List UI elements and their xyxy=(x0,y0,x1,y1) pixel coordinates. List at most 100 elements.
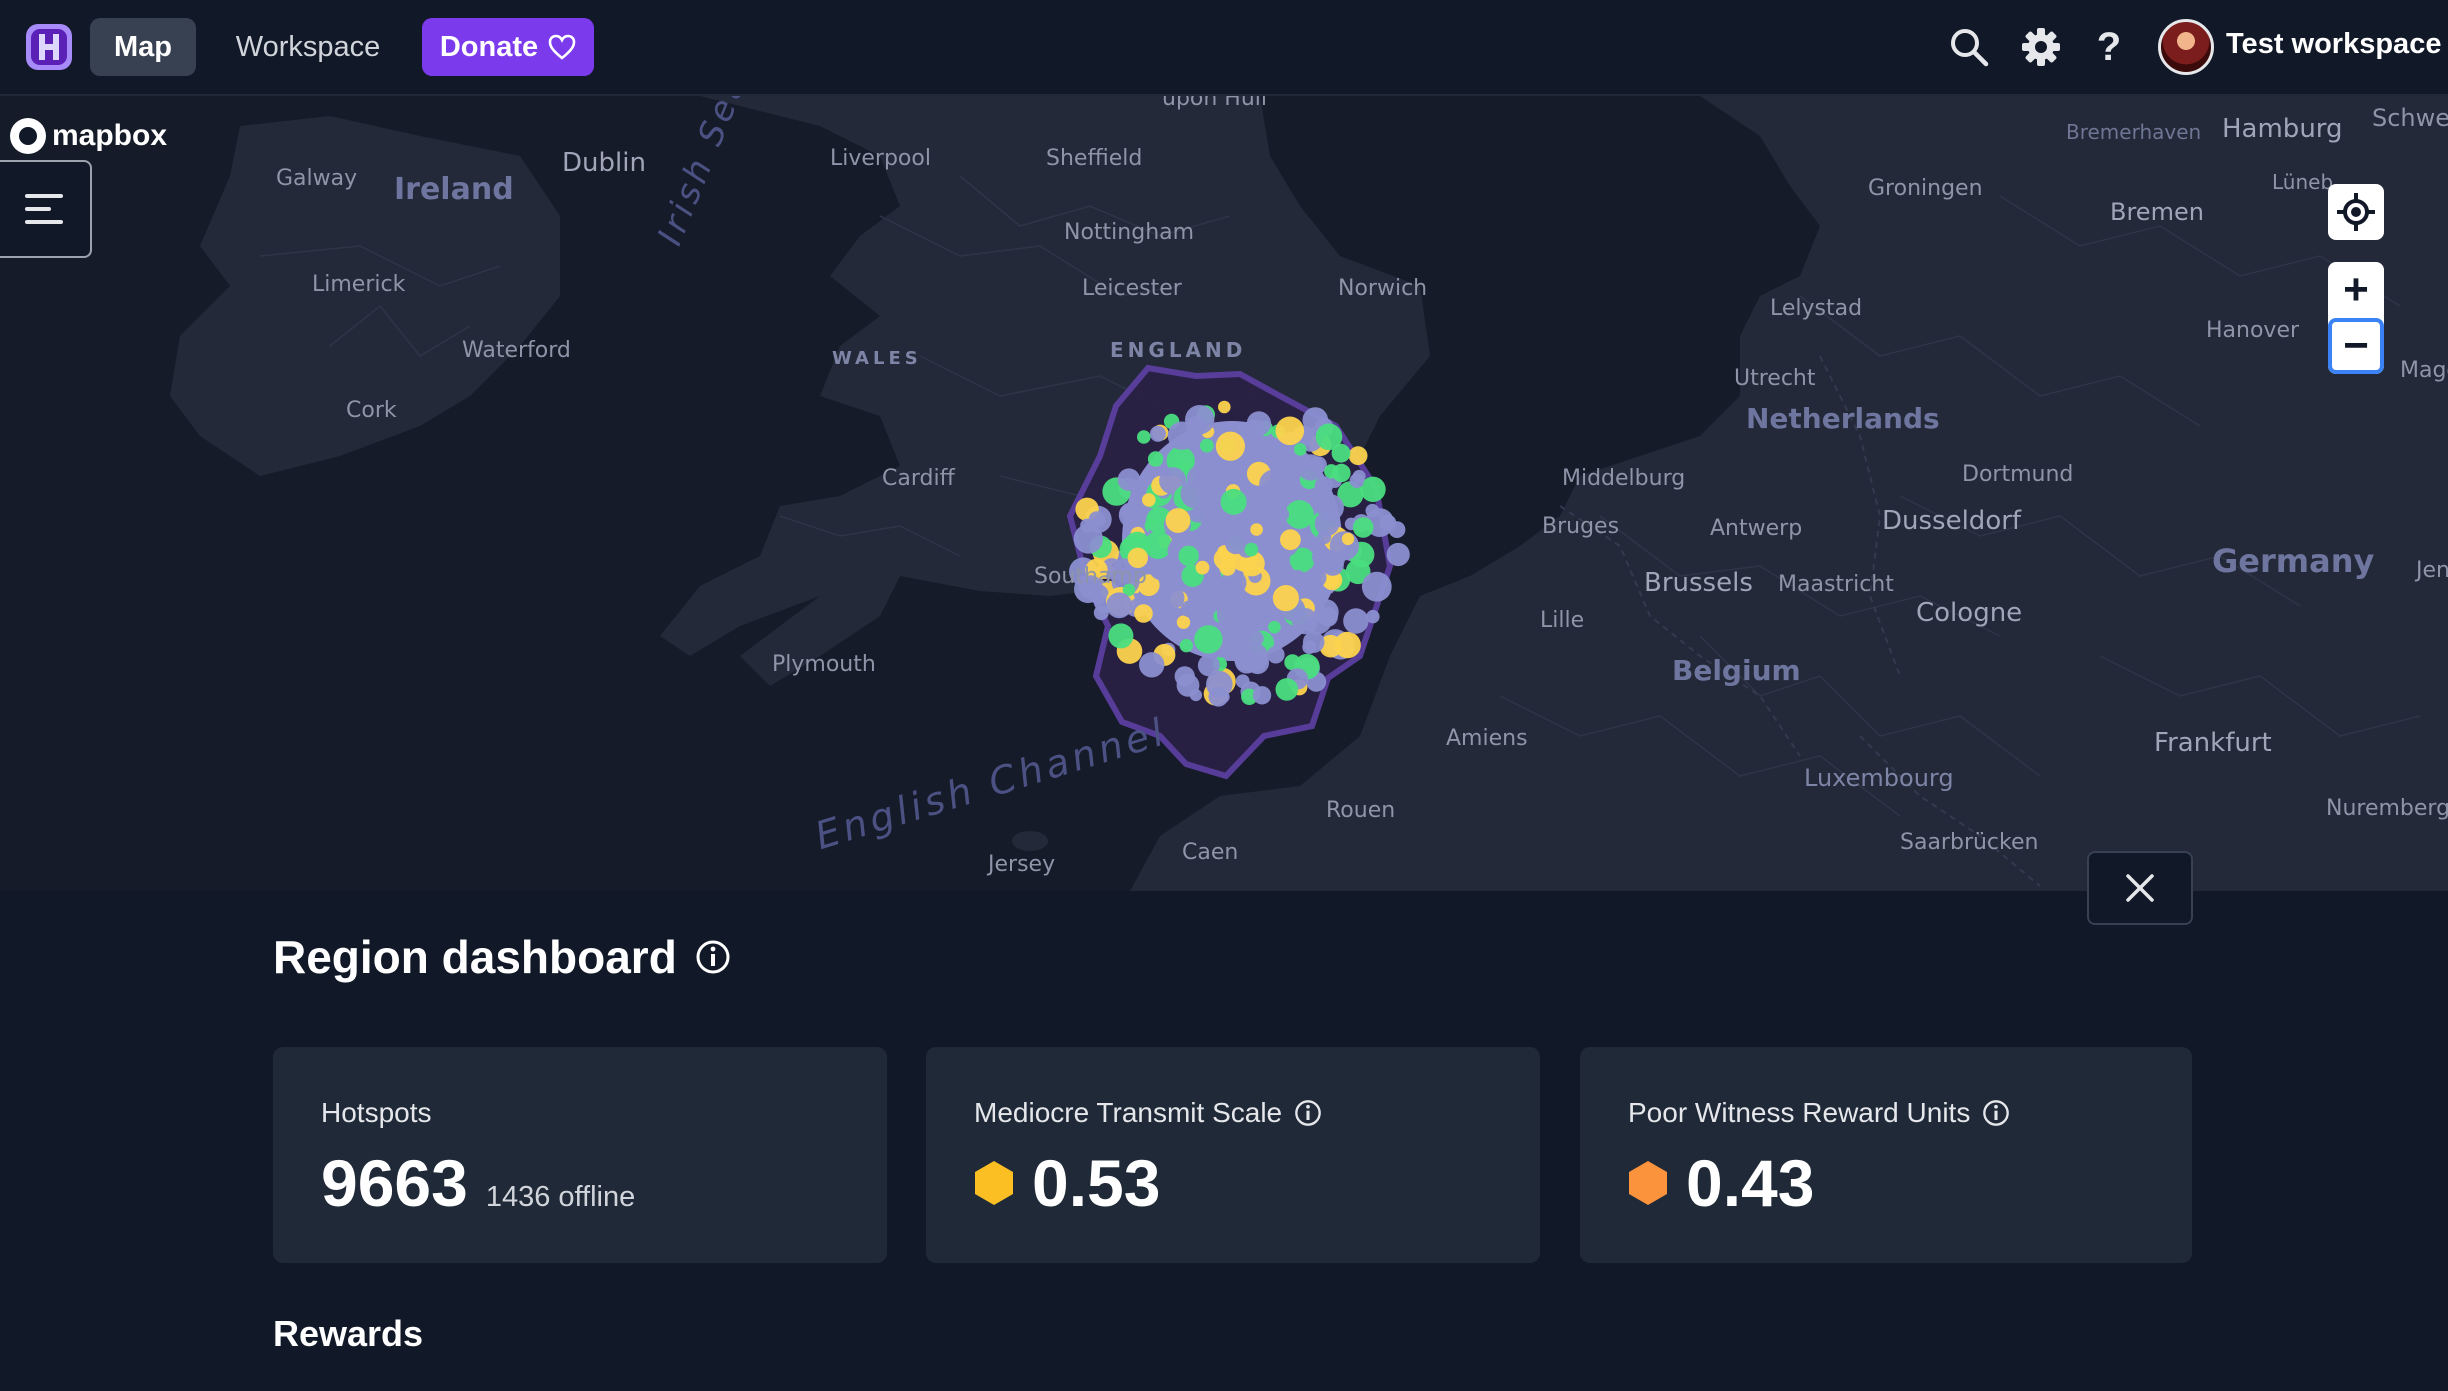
zoom-in-button[interactable]: + xyxy=(2328,262,2384,318)
map-label: Groningen xyxy=(1868,176,1983,201)
hotspot-count: 9663 xyxy=(321,1146,468,1220)
rewards-heading: Rewards xyxy=(273,1313,424,1354)
offline-count: 1436 offline xyxy=(485,1181,636,1213)
locate-button[interactable] xyxy=(2328,184,2384,240)
hotspot-dot xyxy=(1137,430,1151,444)
hotspot-dot xyxy=(1247,489,1263,505)
map-label: Southamp xyxy=(1034,564,1147,589)
zoom-out-button[interactable]: − xyxy=(2328,318,2384,374)
map-label: Dublin xyxy=(562,148,646,178)
map-label: Jersey xyxy=(988,852,1056,877)
card-value: 9663 1436 offline xyxy=(321,1145,635,1221)
hotspot-dot xyxy=(1272,585,1299,612)
hotspot-dot xyxy=(1117,468,1141,492)
hotspot-dot xyxy=(1157,561,1174,578)
hotspot-dot xyxy=(1178,545,1199,566)
hotspot-dot xyxy=(1361,571,1392,602)
hotspot-dot xyxy=(1180,478,1211,509)
hotspot-dot xyxy=(1176,615,1191,629)
map-canvas[interactable]: upon Hull Galway Ireland Dublin Limerick… xyxy=(0,96,2448,891)
hotspot-dot xyxy=(1144,531,1173,559)
map-label: Waterford xyxy=(462,338,571,363)
donate-button[interactable]: Donate xyxy=(422,18,594,76)
zoom-controls: + − xyxy=(2328,262,2384,374)
close-panel-button[interactable] xyxy=(2087,851,2193,925)
hexagon-icon xyxy=(1629,1161,1667,1205)
hotspot-dot xyxy=(1147,451,1164,467)
gear-icon[interactable] xyxy=(2018,24,2064,70)
nav-map-button[interactable]: Map xyxy=(90,18,196,76)
map-label: upon Hull xyxy=(1162,96,1268,111)
map-label: Rouen xyxy=(1326,798,1396,823)
card-value: 0.53 xyxy=(974,1145,1160,1221)
witness-reward-value: 0.43 xyxy=(1686,1146,1815,1220)
card-label: Poor Witness Reward Units xyxy=(1628,1097,2010,1129)
hotspot-dot xyxy=(1275,416,1305,446)
helium-logo-icon[interactable] xyxy=(24,22,74,72)
map-label: Utrecht xyxy=(1734,366,1816,391)
hotspot-dot xyxy=(1348,446,1368,466)
map-label: Frankfurt xyxy=(2154,728,2272,758)
hotspot-dot xyxy=(1195,560,1210,575)
dashboard-title: Region dashboard xyxy=(273,931,677,983)
hotspot-dot xyxy=(1219,460,1233,474)
workspace-name[interactable]: Test workspace xyxy=(2226,28,2441,61)
map-label: Galway xyxy=(276,166,358,191)
hotspot-dot xyxy=(1179,638,1194,653)
hotspot-dot xyxy=(1142,493,1156,507)
hotspot-dot xyxy=(1238,642,1269,673)
map-label: Dusseldorf xyxy=(1882,506,2022,536)
hotspot-dot xyxy=(1118,502,1145,528)
map-label: Germany xyxy=(2212,542,2375,580)
hotspot-dot xyxy=(1314,476,1334,495)
map-label: Nuremberg xyxy=(2326,796,2448,821)
help-icon[interactable]: ? xyxy=(2086,24,2132,70)
map-label: Bremen xyxy=(2110,198,2204,226)
hotspot-dot xyxy=(1220,488,1247,515)
map-label: Netherlands xyxy=(1746,402,1940,435)
hotspot-dot xyxy=(1388,521,1406,538)
map-label: Plymouth xyxy=(772,652,876,677)
hotspots-card: Hotspots 9663 1436 offline xyxy=(273,1047,887,1263)
hotspot-dot xyxy=(1315,423,1343,451)
map-label: Saarbrücken xyxy=(1900,830,2039,855)
hotspot-dot xyxy=(1244,419,1266,441)
hotspot-dot xyxy=(1149,425,1166,442)
mapbox-label: mapbox xyxy=(52,119,168,152)
transmit-scale-value: 0.53 xyxy=(1032,1146,1161,1220)
map-label: WALES xyxy=(832,348,922,369)
hotspot-dot xyxy=(1386,542,1410,567)
info-icon[interactable] xyxy=(1982,1099,2010,1127)
info-icon[interactable] xyxy=(695,939,731,975)
map-label: Jen xyxy=(2416,558,2448,583)
map-label: Lille xyxy=(1540,608,1585,633)
search-icon[interactable] xyxy=(1946,24,1992,70)
hotspot-dot xyxy=(1093,605,1109,621)
hotspot-dot xyxy=(1252,686,1272,705)
hotspot-dot xyxy=(1280,529,1301,551)
hotspot-dot xyxy=(1299,533,1314,549)
hotspot-dot xyxy=(1291,608,1319,635)
hotspot-dot xyxy=(1073,524,1104,554)
map-basemap xyxy=(0,96,2448,891)
hotspot-dot xyxy=(1106,592,1133,619)
hotspot-dot xyxy=(1250,523,1263,536)
hotspot-dot xyxy=(1300,574,1316,589)
hotspot-dot xyxy=(1275,678,1299,701)
witness-reward-card: Poor Witness Reward Units 0.43 xyxy=(1580,1047,2192,1263)
map-label: Antwerp xyxy=(1710,516,1803,541)
map-label: Cardiff xyxy=(882,466,955,491)
layers-menu-button[interactable] xyxy=(0,160,92,258)
hotspot-dot xyxy=(1279,566,1295,582)
map-label: Norwich xyxy=(1338,276,1428,301)
nav-workspace-button[interactable]: Workspace xyxy=(218,18,398,76)
mapbox-attribution[interactable]: mapbox xyxy=(10,118,167,154)
info-icon[interactable] xyxy=(1294,1099,1322,1127)
hotspot-dot xyxy=(1314,511,1340,536)
hotspot-dot xyxy=(1235,674,1250,689)
top-nav: Map Workspace Donate ? Test workspace xyxy=(0,0,2448,96)
map-label: Brussels xyxy=(1644,568,1753,598)
avatar[interactable] xyxy=(2158,19,2214,75)
mapbox-logo-icon xyxy=(10,118,46,154)
card-label: Hotspots xyxy=(321,1097,432,1128)
